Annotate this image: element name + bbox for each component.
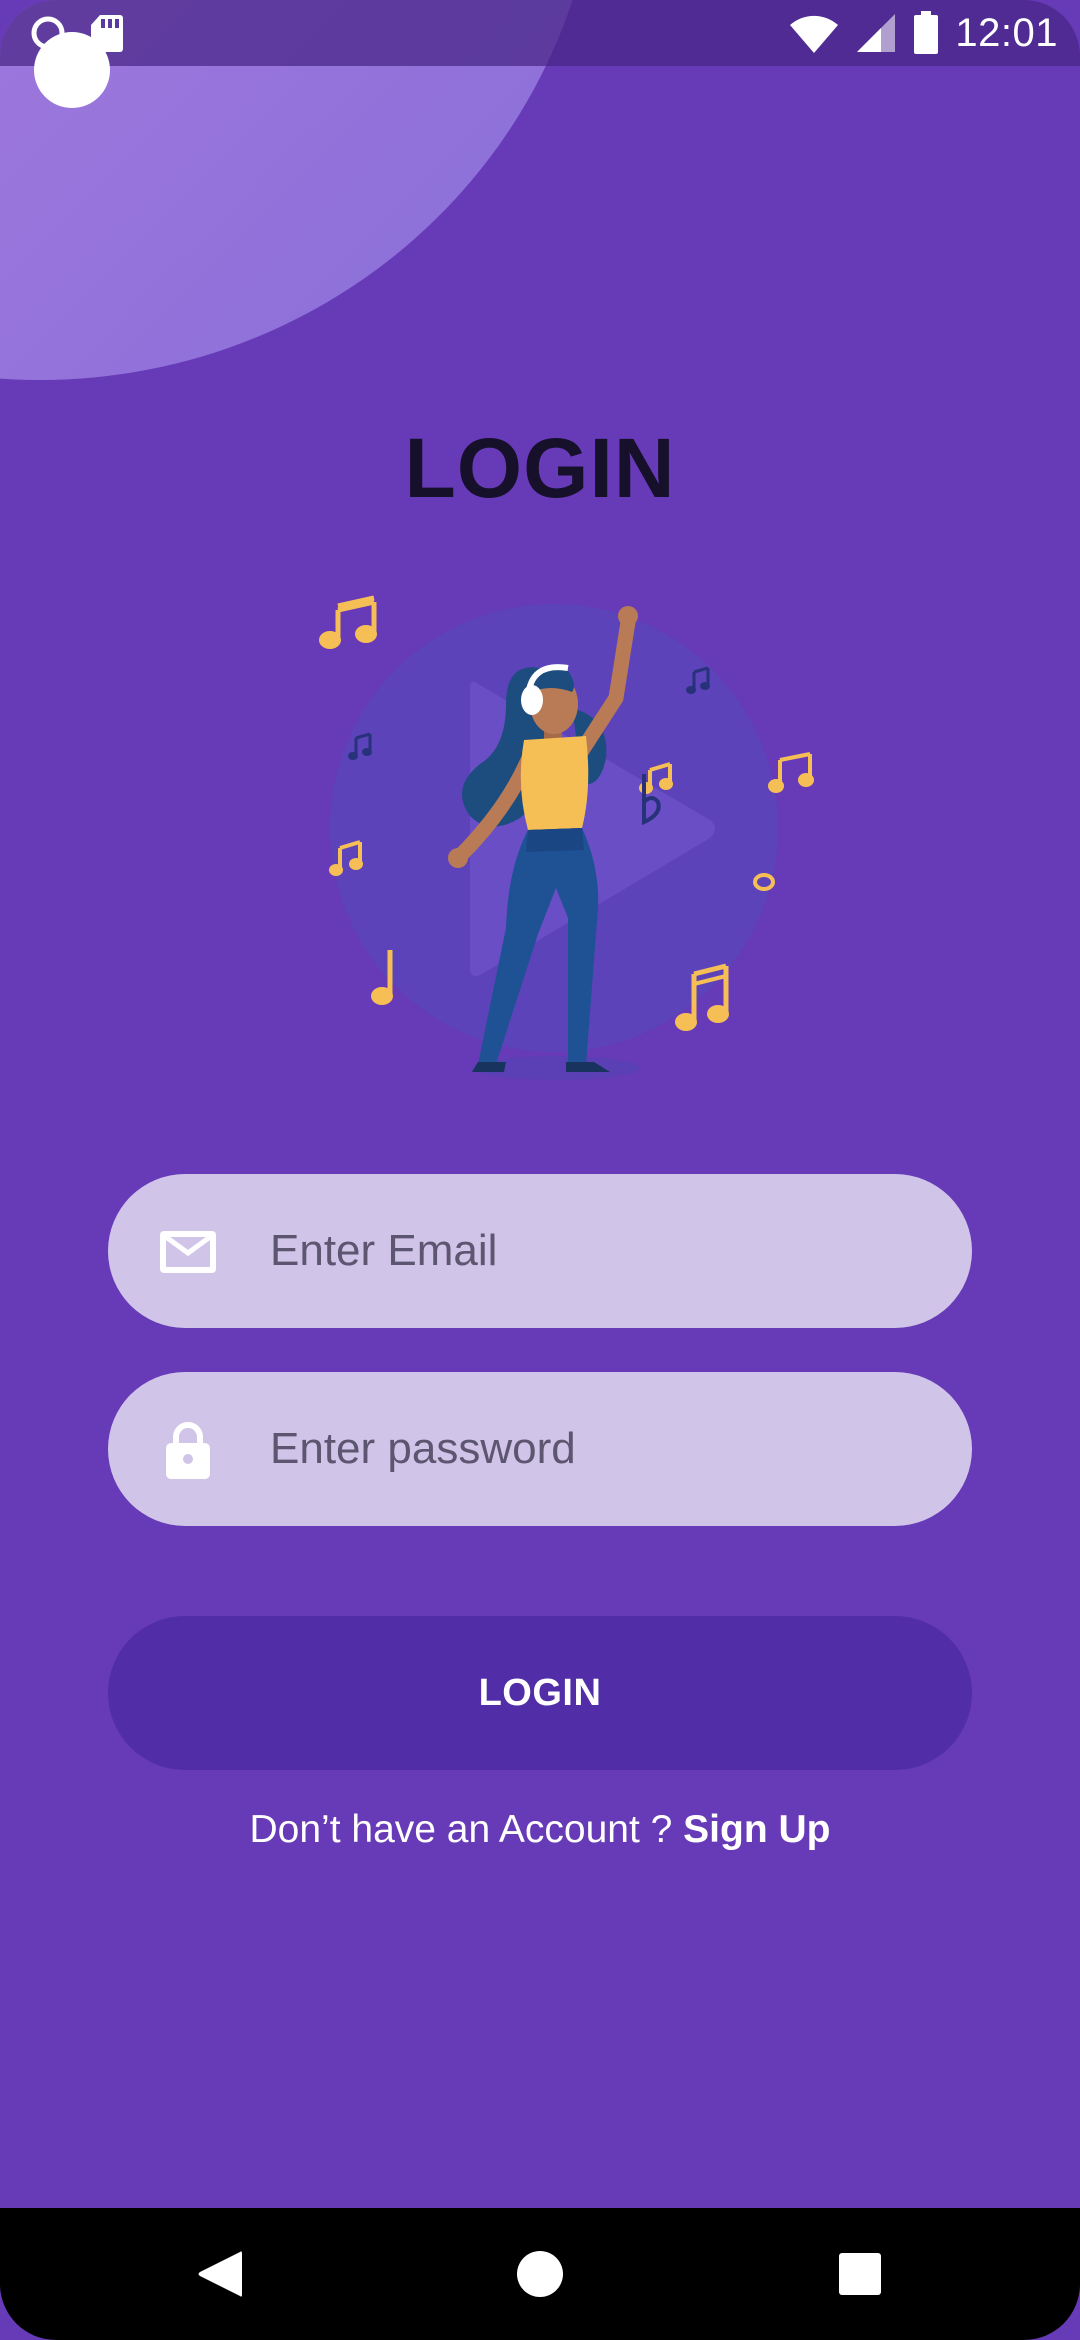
- system-navigation-bar: [0, 2208, 1080, 2340]
- signup-prompt-text: Don’t have an Account ?: [249, 1808, 673, 1851]
- floating-circle: [34, 32, 110, 108]
- signup-prompt-line: Don’t have an Account ? Sign Up: [0, 1808, 1080, 1852]
- home-icon: [517, 2251, 563, 2297]
- recents-button[interactable]: [780, 2208, 940, 2340]
- password-field[interactable]: [108, 1372, 972, 1526]
- back-button[interactable]: [140, 2208, 300, 2340]
- status-time: 12:01: [955, 10, 1058, 55]
- cell-signal-icon: [857, 14, 896, 52]
- email-field[interactable]: [108, 1174, 972, 1328]
- page-title: LOGIN: [404, 421, 676, 515]
- back-icon: [198, 2251, 242, 2297]
- login-screen: 12:01 LOGIN Enter Email LOGIN Don’t have…: [0, 0, 1080, 2340]
- password-input[interactable]: [262, 1372, 930, 1526]
- mail-icon: [160, 1231, 216, 1273]
- status-bar-right: 12:01: [789, 6, 1058, 60]
- email-input[interactable]: [262, 1174, 930, 1328]
- battery-icon: [914, 11, 939, 54]
- home-button[interactable]: [460, 2208, 620, 2340]
- login-button-label: LOGIN: [478, 1671, 602, 1714]
- wifi-icon: [790, 15, 839, 54]
- recents-icon: [839, 2253, 881, 2295]
- lock-icon: [166, 1422, 210, 1479]
- login-button[interactable]: LOGIN: [108, 1616, 972, 1770]
- status-bar: 12:01: [0, 0, 1080, 66]
- dancing-girl-music-illustration: [319, 595, 814, 1080]
- sign-up-link[interactable]: Sign Up: [683, 1808, 830, 1851]
